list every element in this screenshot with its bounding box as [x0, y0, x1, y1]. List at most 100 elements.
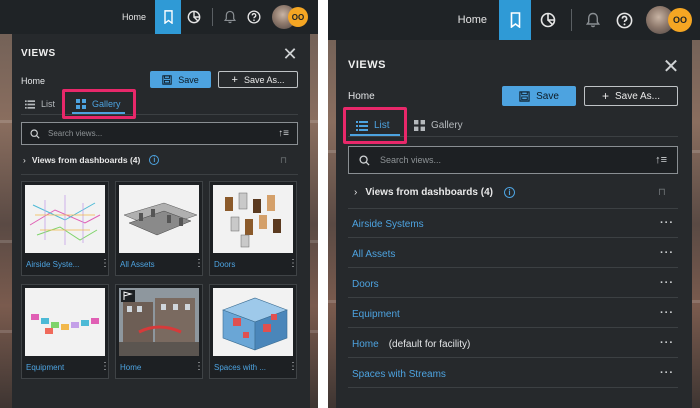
view-name: Equipment	[352, 308, 400, 320]
dashboard-views-section[interactable]: › Views from dashboards (4) i	[354, 187, 515, 198]
info-icon[interactable]: i	[503, 187, 515, 198]
gallery-card-all-assets[interactable]: All Assets ⋮	[115, 181, 204, 276]
search-input[interactable]	[48, 129, 279, 138]
current-view-name: Home	[21, 76, 46, 86]
notifications-button[interactable]	[218, 0, 242, 34]
card-thumbnail	[213, 288, 293, 356]
card-thumbnail	[119, 288, 199, 356]
more-options-icon[interactable]: ⋮	[288, 258, 298, 269]
save-as-label: Save As...	[243, 74, 285, 85]
more-options-icon[interactable]: ⋮	[100, 361, 110, 372]
more-options-icon[interactable]: ⋮	[288, 361, 298, 372]
more-options-icon[interactable]: ···	[660, 277, 674, 289]
views-panel: VIEWS ✕ Home Save + Save As... List Gall…	[12, 34, 310, 408]
list-item[interactable]: Airside Systems ···	[348, 208, 678, 238]
more-options-icon[interactable]: ···	[660, 367, 674, 379]
tab-list[interactable]: List	[25, 99, 55, 109]
save-as-label: Save As...	[614, 90, 661, 102]
save-button[interactable]: Save	[150, 71, 211, 88]
doors-thumbnail	[225, 192, 281, 248]
view-note: (default for facility)	[388, 338, 471, 350]
gallery-screenshot: Home OO VIEWS ✕ Home Save + Save As... L…	[0, 0, 318, 408]
list-item[interactable]: Equipment ···	[348, 298, 678, 328]
help-button[interactable]	[608, 0, 640, 40]
more-options-icon[interactable]: ⋮	[194, 361, 204, 372]
top-bar: Home OO	[0, 0, 318, 34]
card-thumbnail	[25, 185, 105, 253]
card-thumbnail	[119, 185, 199, 253]
view-name: Home	[352, 338, 379, 350]
card-label: Spaces with ...	[214, 363, 267, 372]
views-panel: VIEWS ✕ Home Save + Save As... List Gall…	[336, 40, 692, 408]
list-tab-highlight	[343, 107, 407, 144]
card-thumbnail	[25, 288, 105, 356]
gallery-card-spaces[interactable]: Spaces with ... ⋮	[209, 284, 298, 379]
spaces-thumbnail	[222, 297, 288, 351]
more-options-icon[interactable]: ···	[660, 307, 674, 319]
dashboard-views-section[interactable]: › Views from dashboards (4) i	[23, 155, 160, 165]
search-box[interactable]: ↑≡	[21, 122, 298, 145]
more-options-icon[interactable]: ···	[660, 217, 674, 229]
gallery-card-airside[interactable]: Airside Syste... ⋮	[21, 181, 110, 276]
notifications-button[interactable]	[578, 0, 608, 40]
dashboard-button[interactable]	[181, 0, 207, 34]
home-link[interactable]: Home	[122, 12, 146, 22]
search-icon	[359, 154, 370, 166]
close-icon: ✕	[662, 56, 680, 78]
bell-icon	[586, 12, 600, 28]
help-icon	[247, 10, 261, 24]
close-button[interactable]: ✕	[282, 45, 298, 63]
airside-systems-thumbnail	[29, 195, 101, 245]
more-options-icon[interactable]: ···	[660, 337, 674, 349]
gallery-card-doors[interactable]: Doors ⋮	[209, 181, 298, 276]
save-as-button[interactable]: + Save As...	[218, 71, 298, 88]
search-input[interactable]	[380, 155, 656, 165]
card-label: Home	[120, 363, 142, 372]
chevron-right-icon: ›	[23, 155, 26, 165]
list-screenshot: Home OO VIEWS ✕ Home Save + Save As... L…	[328, 0, 700, 408]
gallery-tab-highlight	[62, 89, 136, 119]
search-icon	[30, 128, 40, 139]
more-options-icon[interactable]: ⋮	[100, 258, 110, 269]
list-item[interactable]: Doors ···	[348, 268, 678, 298]
bookmark-button[interactable]	[499, 0, 531, 40]
home-link[interactable]: Home	[458, 14, 487, 26]
card-label: Equipment	[26, 363, 65, 372]
dashboard-pie-icon	[187, 10, 201, 24]
equipment-thumbnail	[31, 314, 99, 334]
bookmark-button[interactable]	[155, 0, 181, 34]
card-label: Airside Syste...	[26, 260, 80, 269]
grid-icon	[414, 120, 425, 131]
gallery-card-home[interactable]: Home ⋮	[115, 284, 204, 379]
plus-icon: +	[231, 73, 238, 86]
save-as-button[interactable]: + Save As...	[584, 86, 678, 106]
user-avatar[interactable]: OO	[646, 6, 696, 34]
search-box[interactable]: ↑≡	[348, 146, 678, 174]
bookmark-icon	[510, 12, 520, 28]
lock-icon: ⊓	[280, 155, 288, 165]
list-item[interactable]: All Assets ···	[348, 238, 678, 268]
gallery-card-equipment[interactable]: Equipment ⋮	[21, 284, 110, 379]
toolbar-divider	[212, 8, 213, 26]
sort-icon[interactable]: ↑≡	[278, 128, 289, 139]
info-icon[interactable]: i	[149, 155, 160, 165]
user-avatar[interactable]: OO	[272, 5, 312, 29]
save-icon	[519, 90, 530, 102]
view-name: All Assets	[352, 248, 396, 260]
more-options-icon[interactable]: ···	[660, 247, 674, 259]
more-options-icon[interactable]: ⋮	[194, 258, 204, 269]
close-button[interactable]: ✕	[662, 57, 680, 77]
view-name: Spaces with Streams	[352, 368, 446, 380]
save-label: Save	[536, 90, 559, 102]
lock-icon: ⊓	[658, 187, 666, 198]
list-icon	[25, 99, 35, 109]
dashboard-button[interactable]	[531, 0, 565, 40]
help-button[interactable]	[242, 0, 266, 34]
list-item[interactable]: Home (default for facility) ···	[348, 328, 678, 358]
tab-gallery[interactable]: Gallery	[414, 120, 463, 131]
top-bar: Home OO	[328, 0, 700, 40]
sort-icon[interactable]: ↑≡	[655, 154, 667, 166]
save-button[interactable]: Save	[502, 86, 576, 106]
list-item[interactable]: Spaces with Streams ···	[348, 358, 678, 388]
section-label: Views from dashboards (4)	[31, 155, 141, 165]
